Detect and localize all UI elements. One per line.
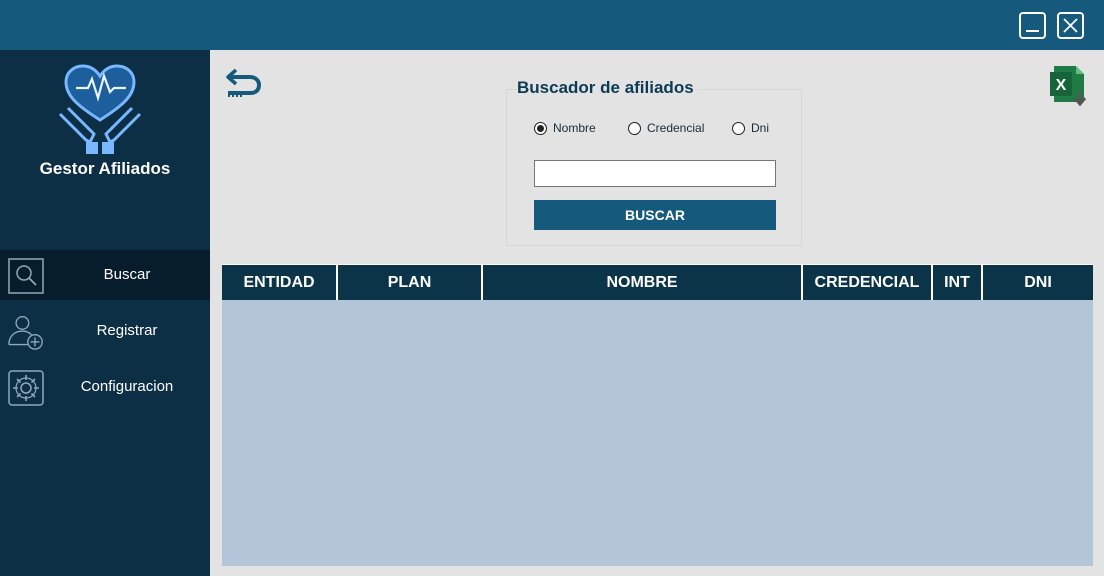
sidebar-item-registrar[interactable]: Registrar [0,306,210,356]
radio-nombre[interactable]: Nombre [534,121,596,135]
radio-dot[interactable] [628,121,641,135]
column-header-nombre[interactable]: NOMBRE [483,265,803,300]
back-arrow-icon [226,68,262,97]
app-name: Gestor Afiliados [39,159,171,178]
table-header: ENTIDAD PLAN NOMBRE CREDENCIAL INT DNI [222,264,1093,300]
sidebar-item-label: Configuracion [80,378,174,395]
buscar-button[interactable]: BUSCAR [534,200,776,230]
results-table[interactable]: ENTIDAD PLAN NOMBRE CREDENCIAL INT DNI [222,264,1093,566]
sidebar-item-label: Registrar [96,322,158,339]
column-header-credencial[interactable]: CREDENCIAL [803,265,933,300]
column-header-dni[interactable]: DNI [983,265,1093,300]
radio-label: Nombre [553,121,596,135]
search-icon [8,258,44,294]
close-icon [1063,18,1078,33]
search-input[interactable] [534,160,776,187]
sidebar: Gestor Afiliados Buscar Registrar Config… [0,50,210,576]
gear-icon [8,370,44,406]
sidebar-item-label: Buscar [103,266,151,283]
radio-label: Dni [751,121,770,135]
minimize-button[interactable] [1019,12,1046,39]
add-user-icon [8,316,43,350]
radio-label: Credencial [647,121,705,135]
search-title: Buscador de afiliados [517,78,698,98]
sidebar-item-buscar[interactable]: Buscar [0,250,210,300]
radio-dot[interactable] [534,121,547,135]
radio-credencial[interactable]: Credencial [628,121,704,135]
svg-text:X: X [1056,77,1067,94]
column-header-plan[interactable]: PLAN [338,265,483,300]
excel-export-icon: X [1050,66,1087,107]
export-excel-button[interactable]: X [1048,64,1090,110]
radio-dot[interactable] [732,121,745,135]
column-header-entidad[interactable]: ENTIDAD [222,265,338,300]
back-button[interactable] [226,68,262,98]
column-header-int[interactable]: INT [933,265,983,300]
radio-dni[interactable]: Dni [732,121,769,135]
heart-hands-icon [58,64,142,154]
title-bar [0,0,1104,50]
sidebar-item-configuracion[interactable]: Configuracion [0,362,210,412]
close-button[interactable] [1057,12,1084,39]
